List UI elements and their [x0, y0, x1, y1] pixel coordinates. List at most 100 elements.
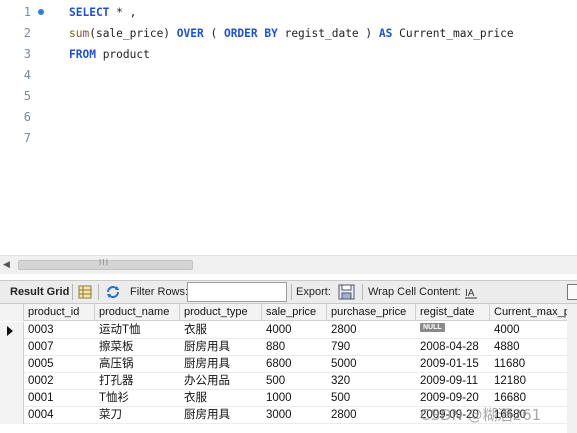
table-cell[interactable]: 衣服: [180, 322, 262, 339]
grid-view-icon[interactable]: [78, 285, 92, 299]
code-text: FROM product: [69, 44, 150, 65]
column-header-2[interactable]: product_type: [180, 304, 262, 321]
table-cell[interactable]: 衣服: [180, 390, 262, 407]
row-gutter[interactable]: [0, 407, 24, 424]
column-header-3[interactable]: sale_price: [262, 304, 327, 321]
table-row[interactable]: 0005 高压锅 厨房用具 6800 5000 2009-01-15 11680: [0, 356, 577, 373]
table-cell[interactable]: 3000: [262, 407, 327, 424]
table-cell[interactable]: 办公用品: [180, 373, 262, 390]
code-line[interactable]: 5: [0, 86, 577, 107]
table-cell[interactable]: 运动T恤: [95, 322, 180, 339]
table-cell[interactable]: 4000: [490, 322, 577, 339]
result-toolbar: Result Grid Filter Rows: Export: Wrap Ce…: [0, 280, 577, 304]
table-cell[interactable]: 2009-09-11: [416, 373, 490, 390]
row-gutter[interactable]: [0, 356, 24, 373]
code-line[interactable]: 2 sum(sale_price) OVER ( ORDER BY regist_…: [0, 23, 577, 44]
table-cell[interactable]: 2008-04-28: [416, 339, 490, 356]
editor-horizontal-scrollbar[interactable]: ◀ III: [0, 255, 577, 274]
sql-keyword: OVER: [176, 27, 204, 40]
refresh-icon[interactable]: [105, 285, 121, 299]
code-line[interactable]: 7: [0, 128, 577, 149]
table-cell[interactable]: 0005: [24, 356, 95, 373]
code-line[interactable]: 3 FROM product: [0, 44, 577, 65]
line-number: 3: [23, 47, 31, 61]
table-cell[interactable]: 厨房用具: [180, 339, 262, 356]
panel-toggle-icon[interactable]: [567, 284, 577, 300]
table-cell[interactable]: 12180: [490, 373, 577, 390]
table-cell[interactable]: 500: [327, 390, 416, 407]
code-line[interactable]: 4: [0, 65, 577, 86]
table-cell[interactable]: 菜刀: [95, 407, 180, 424]
row-gutter[interactable]: [0, 373, 24, 390]
table-cell[interactable]: 5000: [327, 356, 416, 373]
wrap-text-icon[interactable]: IA: [464, 285, 478, 299]
scrollbar-thumb[interactable]: III: [18, 258, 193, 270]
export-icon[interactable]: [338, 284, 355, 300]
table-cell[interactable]: 2009-01-15: [416, 356, 490, 373]
table-cell[interactable]: NULL: [416, 322, 490, 339]
column-header-6[interactable]: Current_max_pr: [490, 304, 577, 321]
line-number: 4: [23, 68, 31, 82]
table-cell[interactable]: 厨房用具: [180, 407, 262, 424]
table-cell[interactable]: 4880: [490, 339, 577, 356]
table-cell[interactable]: 6800: [262, 356, 327, 373]
column-header-1[interactable]: product_name: [95, 304, 180, 321]
column-header-5[interactable]: regist_date: [416, 304, 490, 321]
table-cell[interactable]: 2800: [327, 322, 416, 339]
table-cell[interactable]: 0004: [24, 407, 95, 424]
table-cell[interactable]: 500: [262, 373, 327, 390]
scrollbar-grip: III: [99, 258, 110, 267]
table-cell[interactable]: 320: [327, 373, 416, 390]
table-cell[interactable]: 打孔器: [95, 373, 180, 390]
watermark: CSDN @糊酒261: [420, 406, 542, 424]
table-cell[interactable]: 0007: [24, 339, 95, 356]
table-cell[interactable]: 1000: [262, 390, 327, 407]
grid-header: product_id product_name product_type sale_p…: [0, 304, 577, 321]
line-number: 1: [23, 5, 31, 19]
table-cell[interactable]: 0001: [24, 390, 95, 407]
row-gutter[interactable]: [0, 322, 24, 339]
filter-rows-input[interactable]: [187, 282, 287, 302]
null-badge: NULL: [420, 323, 445, 332]
statement-marker-icon[interactable]: [38, 9, 44, 15]
table-cell[interactable]: 高压锅: [95, 356, 180, 373]
column-header-0[interactable]: product_id: [24, 304, 95, 321]
row-gutter-header: [0, 304, 24, 321]
code-text: SELECT * ,: [69, 2, 136, 23]
current-row-arrow-icon: [7, 326, 13, 336]
row-gutter[interactable]: [0, 339, 24, 356]
table-cell[interactable]: T恤衫: [95, 390, 180, 407]
table-cell[interactable]: 厨房用具: [180, 356, 262, 373]
table-cell[interactable]: 0002: [24, 373, 95, 390]
column-header-4[interactable]: purchase_price: [327, 304, 416, 321]
table-row[interactable]: 0007 擦菜板 厨房用具 880 790 2008-04-28 4880: [0, 339, 577, 356]
line-number: 2: [23, 26, 31, 40]
toolbar-divider: [291, 284, 292, 300]
code-line[interactable]: 1 SELECT * ,: [0, 2, 577, 23]
toolbar-divider: [72, 284, 73, 300]
line-number: 5: [23, 89, 31, 103]
table-cell[interactable]: 0003: [24, 322, 95, 339]
table-cell[interactable]: 790: [327, 339, 416, 356]
filter-rows-label: Filter Rows:: [130, 286, 189, 298]
table-cell[interactable]: 2800: [327, 407, 416, 424]
table-row[interactable]: 0002 打孔器 办公用品 500 320 2009-09-11 12180: [0, 373, 577, 390]
sql-text: regist_date ): [277, 27, 379, 40]
code-line[interactable]: 6: [0, 107, 577, 128]
table-cell[interactable]: 880: [262, 339, 327, 356]
svg-text:IA: IA: [465, 288, 475, 299]
sql-text: (sale_price): [89, 27, 177, 40]
sql-editor[interactable]: 1 SELECT * , 2 sum(sale_price) OVER ( ORDER…: [0, 0, 577, 255]
sql-text: * ,: [109, 6, 137, 19]
table-cell[interactable]: 11680: [490, 356, 577, 373]
scroll-left-arrow-icon[interactable]: ◀: [3, 260, 10, 270]
grid-vertical-scrollbar[interactable]: [567, 304, 577, 433]
sql-function: sum: [69, 27, 90, 40]
table-cell[interactable]: 擦菜板: [95, 339, 180, 356]
sql-keyword: ORDER BY: [223, 27, 278, 40]
line-number: 6: [23, 110, 31, 124]
row-gutter[interactable]: [0, 390, 24, 407]
result-grid-tab[interactable]: Result Grid: [10, 281, 69, 303]
table-cell[interactable]: 4000: [262, 322, 327, 339]
table-row[interactable]: 0003 运动T恤 衣服 4000 2800 NULL 4000: [0, 322, 577, 339]
